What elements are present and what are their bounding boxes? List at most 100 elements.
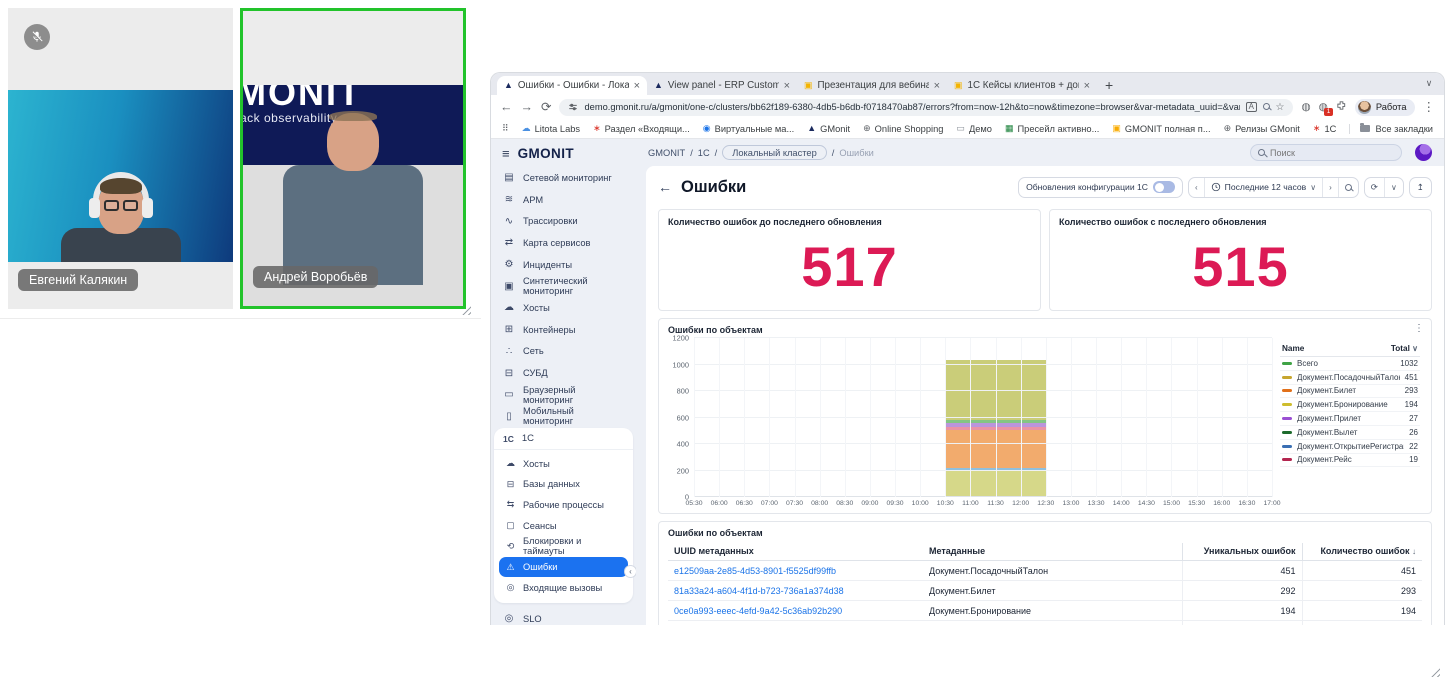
sidebar-item[interactable]: ∴ Сеть bbox=[491, 341, 636, 363]
forward-button[interactable]: → bbox=[521, 101, 534, 114]
back-button[interactable]: ← bbox=[500, 101, 513, 114]
share-button[interactable]: ↥ bbox=[1409, 177, 1432, 198]
time-range-next-button[interactable]: › bbox=[1322, 178, 1338, 197]
tab-close-icon[interactable]: × bbox=[934, 80, 940, 92]
back-arrow-button[interactable]: ← bbox=[658, 179, 672, 195]
sidebar-item[interactable]: ▤ Сетевой мониторинг bbox=[491, 167, 636, 189]
legend-row[interactable]: Документ.Прилет 27 bbox=[1280, 412, 1420, 426]
tab-close-icon[interactable]: × bbox=[784, 80, 790, 92]
user-avatar[interactable] bbox=[1415, 144, 1432, 161]
config-toggle-switch[interactable] bbox=[1153, 181, 1175, 193]
url-text[interactable]: demo.gmonit.ru/a/gmonit/one-c/clusters/b… bbox=[584, 102, 1240, 112]
browser-menu-kebab-icon[interactable]: ⋮ bbox=[1423, 101, 1436, 114]
tab-close-icon[interactable]: × bbox=[634, 80, 640, 92]
new-tab-button[interactable]: + bbox=[1105, 77, 1113, 93]
zoom-icon[interactable] bbox=[1263, 102, 1270, 113]
legend-row[interactable]: Документ.Рейс 19 bbox=[1280, 454, 1420, 468]
sidebar-item[interactable]: ☁ Хосты bbox=[491, 297, 636, 319]
column-header-metadata[interactable]: Метаданные bbox=[923, 543, 1182, 561]
tab-list-chevron-icon[interactable]: ∨ bbox=[1422, 77, 1436, 91]
legend-row[interactable]: Документ.Бронирование 194 bbox=[1280, 398, 1420, 412]
profile-chip[interactable]: Работа bbox=[1355, 99, 1415, 116]
sidebar-item-1c[interactable]: 1С 1С bbox=[494, 428, 633, 450]
site-info-icon[interactable] bbox=[568, 102, 578, 112]
config-updates-toggle-control[interactable]: Обновления конфигурации 1С bbox=[1018, 177, 1183, 198]
legend-row[interactable]: Документ.Вылет 26 bbox=[1280, 426, 1420, 440]
breadcrumb-root[interactable]: GMONIT bbox=[648, 148, 685, 158]
bookmark-favicon: ▦ bbox=[1005, 124, 1014, 133]
browser-tab[interactable]: ▲ View panel - ERP Custom Da × bbox=[647, 76, 797, 95]
translate-icon[interactable]: A bbox=[1246, 102, 1256, 112]
bookmark-item[interactable]: ▦ Пресейл активно... bbox=[1005, 124, 1099, 134]
column-header-uuid[interactable]: UUID метаданных bbox=[668, 543, 923, 561]
legend-total-header[interactable]: Total ∨ bbox=[1391, 344, 1418, 353]
sidebar-item[interactable]: ⊞ Контейнеры bbox=[491, 319, 636, 341]
legend-row[interactable]: Всего 1032 bbox=[1280, 357, 1420, 371]
bookmark-item[interactable]: ◉ Виртуальные ма... bbox=[703, 124, 794, 134]
sidebar-subitem[interactable]: ⇆ Рабочие процессы bbox=[499, 495, 628, 516]
search-input[interactable] bbox=[1270, 148, 1394, 158]
browser-tab[interactable]: ▣ Презентация для вебинара × bbox=[797, 76, 947, 95]
sidebar-subitem[interactable]: ⊟ Базы данных bbox=[499, 474, 628, 495]
breadcrumb-cluster-pill[interactable]: Локальный кластер bbox=[722, 145, 827, 160]
bookmark-star-icon[interactable]: ☆ bbox=[1276, 102, 1285, 113]
sidebar-item-icon: ▯ bbox=[503, 411, 515, 422]
hamburger-menu-icon[interactable]: ≡ bbox=[502, 146, 510, 161]
sidebar-subitem[interactable]: ☁ Хосты bbox=[499, 453, 628, 474]
refresh-interval-chevron[interactable]: ∨ bbox=[1384, 178, 1403, 197]
sidebar-subitem[interactable]: ⚠ Ошибки bbox=[499, 557, 628, 578]
all-bookmarks[interactable]: Все закладки bbox=[1349, 124, 1434, 134]
cell-uuid-link[interactable]: e12509aa-2e85-4d53-8901-f5525df99ffb bbox=[668, 561, 923, 581]
legend-name-header[interactable]: Name bbox=[1282, 344, 1304, 353]
bookmark-item[interactable]: ∗ Раздел «Входящи... bbox=[593, 124, 690, 134]
sidebar-subitem[interactable]: ▢ Сеансы bbox=[499, 515, 628, 536]
time-range-picker[interactable]: Последние 12 часов ∨ bbox=[1204, 178, 1322, 197]
time-range-prev-button[interactable]: ‹ bbox=[1189, 178, 1204, 197]
sidebar-item[interactable]: ▭ Браузерный мониторинг bbox=[491, 384, 636, 406]
cell-error-count: 293 bbox=[1302, 581, 1422, 601]
bookmark-favicon: ∗ bbox=[1313, 124, 1321, 133]
browser-tab[interactable]: ▲ Ошибки - Ошибки - Локаль × bbox=[497, 76, 647, 95]
extension-icon-a[interactable]: ◍ bbox=[1301, 101, 1310, 113]
cell-uuid-link[interactable]: 0ce0a993-eeec-4efd-9a42-5c36ab92b290 bbox=[668, 601, 923, 621]
sidebar-item[interactable]: ▯ Мобильный мониторинг bbox=[491, 406, 636, 428]
reload-button[interactable]: ⟳ bbox=[541, 101, 551, 114]
address-bar[interactable]: demo.gmonit.ru/a/gmonit/one-c/clusters/b… bbox=[559, 99, 1293, 116]
breadcrumb-section[interactable]: 1С bbox=[698, 148, 710, 158]
sidebar-item[interactable]: ⊟ СУБД bbox=[491, 362, 636, 384]
sidebar-subitem[interactable]: ◎ Входящие вызовы bbox=[499, 577, 628, 598]
sidebar-item[interactable]: ▣ Синтетический мониторинг bbox=[491, 275, 636, 297]
bookmark-item[interactable]: ▭ Демо bbox=[956, 124, 992, 134]
app-search[interactable] bbox=[1250, 144, 1402, 161]
panel-menu-kebab-icon[interactable]: ⋮ bbox=[1414, 323, 1424, 334]
column-header-count[interactable]: Количество ошибок ↓ bbox=[1302, 543, 1422, 561]
sidebar-item[interactable]: ⇄ Карта сервисов bbox=[491, 232, 636, 254]
bookmark-item[interactable]: ▣ GMONIT полная п... bbox=[1112, 124, 1210, 134]
bookmark-item[interactable]: ☁ Litota Labs bbox=[522, 124, 581, 134]
bookmark-item[interactable]: ⊕ Релизы GMonit bbox=[1224, 124, 1300, 134]
sidebar-item[interactable]: ≋ APM bbox=[491, 189, 636, 211]
page-resize-grip[interactable] bbox=[1430, 667, 1440, 677]
legend-row[interactable]: Документ.ОткрытиеРегистрации 22 bbox=[1280, 440, 1420, 454]
sidebar-item[interactable]: ∿ Трассировки bbox=[491, 210, 636, 232]
refresh-button[interactable]: ⟳ bbox=[1365, 178, 1384, 197]
bookmark-item[interactable]: ▲ GMonit bbox=[807, 124, 850, 134]
legend-row[interactable]: Документ.Билет 293 bbox=[1280, 385, 1420, 399]
apps-grid-icon[interactable]: ⠿ bbox=[502, 123, 509, 134]
sidebar-item-icon: ◎ bbox=[503, 613, 515, 624]
legend-row[interactable]: Документ.ПосадочныйТалон 451 bbox=[1280, 371, 1420, 385]
tab-close-icon[interactable]: × bbox=[1084, 80, 1090, 92]
browser-tab[interactable]: ▣ 1С Кейсы клиентов + доп. с × bbox=[947, 76, 1097, 95]
sidebar-item[interactable]: ◎ SLO bbox=[491, 608, 636, 625]
cell-uuid-link[interactable]: 81a33a24-a604-4f1d-b723-736a1a374d38 bbox=[668, 581, 923, 601]
column-header-unique[interactable]: Уникальных ошибок bbox=[1182, 543, 1302, 561]
cell-uuid-link[interactable]: cff209cc-10b7-49cd-a75b-7a00f13f0fbd bbox=[668, 621, 923, 626]
sidebar-item[interactable]: ⚙ Инциденты bbox=[491, 254, 636, 276]
bookmark-item[interactable]: ∗ 1С агент ЖР в ре... bbox=[1313, 124, 1336, 134]
sidebar-collapse-button[interactable]: ‹ bbox=[624, 565, 636, 578]
extension-icon-b[interactable]: ◍1 bbox=[1319, 101, 1328, 113]
extensions-puzzle-icon[interactable] bbox=[1336, 100, 1347, 114]
zoom-out-button[interactable] bbox=[1338, 178, 1358, 197]
sidebar-subitem[interactable]: ⟲ Блокировки и таймауты bbox=[499, 536, 628, 557]
bookmark-item[interactable]: ⊕ Online Shopping bbox=[863, 124, 943, 134]
